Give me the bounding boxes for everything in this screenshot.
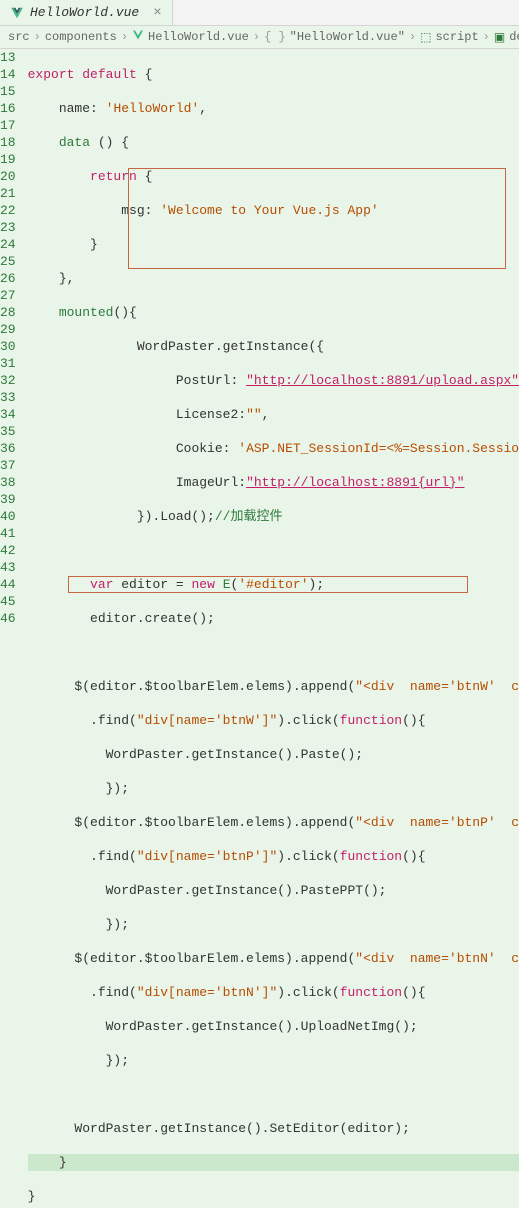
breadcrumb-item[interactable]: "HelloWorld.vue" — [290, 30, 405, 44]
script-icon: ⬚ — [420, 30, 431, 45]
chevron-right-icon: › — [483, 30, 490, 44]
line-gutter: 1314151617181920212223242526272829303132… — [0, 49, 28, 1208]
breadcrumb-item[interactable]: components — [45, 30, 117, 44]
breadcrumb-item[interactable]: defaul — [509, 30, 519, 44]
code-area[interactable]: export default { name: 'HelloWorld', dat… — [28, 49, 519, 1208]
vue-icon — [132, 29, 144, 45]
breadcrumb-item[interactable]: HelloWorld.vue — [148, 30, 249, 44]
chevron-right-icon: › — [253, 30, 260, 44]
chevron-right-icon: › — [121, 30, 128, 44]
breadcrumb: src › components › HelloWorld.vue › { } … — [0, 26, 519, 49]
vue-icon — [10, 6, 24, 20]
tab-bar: HelloWorld.vue × — [0, 0, 519, 26]
tab-helloworld[interactable]: HelloWorld.vue × — [0, 0, 173, 25]
code-editor[interactable]: 1314151617181920212223242526272829303132… — [0, 49, 519, 1208]
chevron-right-icon: › — [409, 30, 416, 44]
breadcrumb-item[interactable]: script — [435, 30, 478, 44]
braces-icon: { } — [264, 30, 286, 44]
breadcrumb-item[interactable]: src — [8, 30, 30, 44]
cube-icon: ▣ — [494, 30, 505, 45]
tab-label: HelloWorld.vue — [30, 5, 139, 20]
close-icon[interactable]: × — [153, 5, 161, 21]
chevron-right-icon: › — [34, 30, 41, 44]
